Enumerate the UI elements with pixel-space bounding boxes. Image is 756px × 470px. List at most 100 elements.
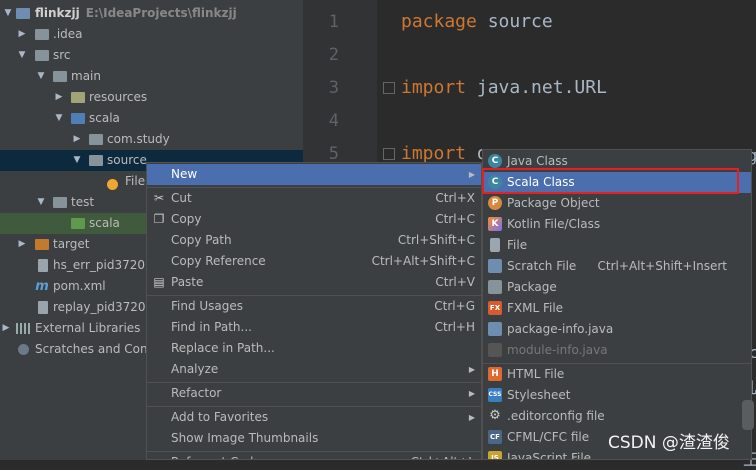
html-icon: H: [488, 367, 502, 381]
menu-shortcut: Ctrl+Shift+C: [397, 233, 475, 247]
submenu-item-package-info[interactable]: package-info.java: [483, 319, 751, 340]
menu-item-copy[interactable]: ❐ Copy Ctrl+C: [147, 209, 481, 230]
file-icon: [38, 301, 48, 314]
package-icon: [89, 134, 103, 145]
submenu-arrow-icon: ▶: [468, 170, 475, 179]
tree-label: replay_pid3720.l: [53, 300, 153, 314]
fold-marker-icon[interactable]: [383, 148, 395, 160]
tree-label: .idea: [53, 27, 83, 41]
tree-row-com-study[interactable]: ▶ com.study: [0, 129, 303, 150]
submenu-item-kotlin[interactable]: K Kotlin File/Class: [483, 214, 751, 235]
folder-icon: [35, 50, 49, 61]
menu-label: Package: [507, 280, 557, 294]
menu-shortcut: Ctrl+Alt+L: [411, 452, 475, 459]
tree-row-resources[interactable]: ▶ resources: [0, 87, 303, 108]
chevron-down-icon[interactable]: ▼: [16, 45, 28, 66]
submenu-item-fxml[interactable]: FX FXML File: [483, 298, 751, 319]
line-number: 1: [328, 12, 339, 32]
tree-row-src[interactable]: ▼ src: [0, 45, 303, 66]
menu-item-copy-reference[interactable]: Copy Reference Ctrl+Alt+Shift+C: [147, 251, 481, 272]
code-line-3: import java.net.URL: [401, 77, 607, 98]
editor-scrollbar[interactable]: [742, 400, 754, 430]
menu-label: New: [171, 167, 198, 181]
tree-label: com.study: [107, 132, 170, 146]
menu-item-refactor[interactable]: Refactor ▶: [147, 383, 481, 404]
menu-shortcut: Ctrl+G: [434, 299, 475, 313]
line-number: 5: [328, 144, 339, 164]
menu-item-replace-in-path[interactable]: Replace in Path...: [147, 338, 481, 359]
scala-object-icon: [107, 176, 121, 190]
submenu-item-file[interactable]: File: [483, 235, 751, 256]
menu-item-analyze[interactable]: Analyze ▶: [147, 359, 481, 380]
chevron-down-icon[interactable]: ▼: [35, 192, 47, 213]
menu-label: module-info.java: [507, 343, 608, 357]
chevron-down-icon[interactable]: ▼: [2, 3, 14, 24]
tree-label: Scratches and Cons: [35, 342, 154, 356]
menu-item-add-to-favorites[interactable]: Add to Favorites ▶: [147, 407, 481, 428]
submenu-arrow-icon: ▶: [468, 365, 475, 374]
submenu-item-package[interactable]: Package: [483, 277, 751, 298]
submenu-item-editorconfig[interactable]: ⚙ .editorconfig file: [483, 406, 751, 427]
scissors-icon: ✂: [153, 191, 165, 205]
tree-label: resources: [89, 90, 148, 104]
menu-label: Find Usages: [171, 299, 244, 313]
paste-icon: ▤: [153, 275, 165, 289]
chevron-down-icon[interactable]: ▼: [35, 66, 47, 87]
tree-label: External Libraries: [35, 321, 141, 335]
menu-label: Cut: [171, 191, 192, 205]
menu-item-find-usages[interactable]: Find Usages Ctrl+G: [147, 296, 481, 317]
menu-label: Scratch File: [507, 259, 577, 273]
menu-item-cut[interactable]: ✂ Cut Ctrl+X: [147, 188, 481, 209]
menu-item-show-image-thumbnails[interactable]: Show Image Thumbnails: [147, 428, 481, 449]
menu-item-paste[interactable]: ▤ Paste Ctrl+V: [147, 272, 481, 293]
fold-marker-icon[interactable]: [383, 82, 395, 94]
folder-icon: [53, 197, 67, 208]
tree-row-idea[interactable]: ▶ .idea: [0, 24, 303, 45]
menu-shortcut: Ctrl+C: [435, 212, 475, 226]
chevron-right-icon[interactable]: ▶: [71, 129, 83, 150]
copy-icon: ❐: [153, 212, 165, 226]
menu-label: Stylesheet: [507, 388, 571, 402]
line-number: 2: [328, 45, 339, 65]
tree-label: src: [53, 48, 71, 62]
tree-label: source: [107, 153, 147, 167]
tree-row-main[interactable]: ▼ main: [0, 66, 303, 87]
menu-label: Refactor: [171, 386, 222, 400]
submenu-item-stylesheet[interactable]: CSS Stylesheet: [483, 385, 751, 406]
tree-label: main: [71, 69, 101, 83]
menu-label: File: [507, 238, 528, 252]
tree-row-module-root[interactable]: ▼ flinkzjj E:\IdeaProjects\flinkzjj: [0, 3, 303, 24]
menu-label: Replace in Path...: [171, 341, 275, 355]
code-line-1: package source: [401, 11, 553, 32]
chevron-right-icon[interactable]: ▶: [16, 234, 28, 255]
tree-row-scala-main[interactable]: ▼ scala: [0, 108, 303, 129]
menu-shortcut: Ctrl+H: [434, 320, 475, 334]
submenu-item-scratch-file[interactable]: Scratch File Ctrl+Alt+Shift+Insert: [483, 256, 751, 277]
chevron-down-icon[interactable]: ▼: [53, 108, 65, 129]
project-path: E:\IdeaProjects\flinkzjj: [85, 6, 237, 20]
menu-item-new[interactable]: New ▶: [147, 164, 481, 185]
tree-label: scala: [89, 111, 120, 125]
chevron-down-icon[interactable]: ▼: [71, 150, 83, 171]
submenu-arrow-icon: ▶: [468, 389, 475, 398]
tree-label: test: [71, 195, 95, 209]
watermark: CSDN @渣渣俊: [608, 433, 730, 453]
menu-label: Kotlin File/Class: [507, 217, 601, 231]
menu-item-copy-path[interactable]: Copy Path Ctrl+Shift+C: [147, 230, 481, 251]
new-submenu: C Java Class C Scala Class P Package Obj…: [482, 149, 752, 460]
menu-label: Copy Path: [171, 233, 232, 247]
resources-folder-icon: [71, 92, 85, 103]
submenu-item-html[interactable]: H HTML File: [483, 364, 751, 385]
submenu-item-package-object[interactable]: P Package Object: [483, 193, 751, 214]
chevron-right-icon[interactable]: ▶: [0, 318, 12, 339]
chevron-right-icon[interactable]: ▶: [16, 24, 28, 45]
menu-item-find-in-path[interactable]: Find in Path... Ctrl+H: [147, 317, 481, 338]
editorconfig-icon: ⚙: [489, 408, 501, 423]
cfml-icon: CF: [488, 430, 502, 444]
menu-label: Find in Path...: [171, 320, 252, 334]
menu-item-reformat-code[interactable]: Reformat Code Ctrl+Alt+L: [147, 452, 481, 459]
chevron-right-icon[interactable]: ▶: [53, 87, 65, 108]
fxml-icon: FX: [488, 301, 502, 315]
target-folder-icon: [35, 239, 49, 250]
folder-icon: [53, 71, 67, 82]
